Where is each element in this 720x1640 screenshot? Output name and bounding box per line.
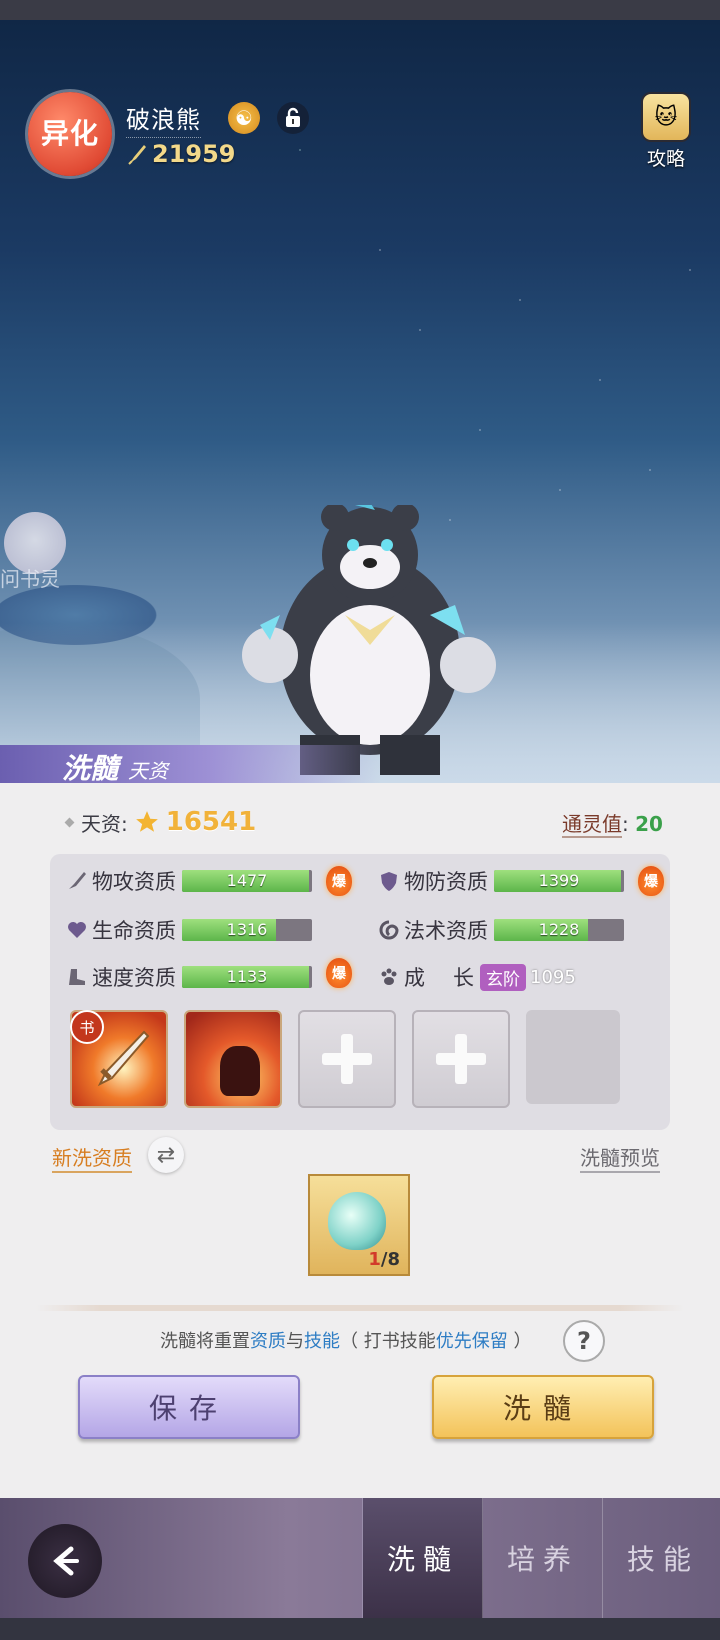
stat-speed: 速度资质 1133 bbox=[66, 962, 312, 992]
wash-preview-link[interactable]: 洗髓预览 bbox=[580, 1142, 660, 1173]
skill-slot-2[interactable] bbox=[184, 1010, 282, 1108]
status-bar bbox=[0, 0, 720, 20]
growth-label-2: 长 bbox=[453, 966, 474, 990]
section-ribbon: 洗髓 天资 bbox=[0, 745, 380, 785]
stat-growth: 成 长 玄阶 1095 bbox=[378, 962, 576, 992]
new-talent-link[interactable]: 新洗资质 bbox=[52, 1142, 132, 1173]
stat-bar: 1228 bbox=[494, 919, 624, 941]
divider bbox=[36, 1305, 684, 1311]
section-title: 洗髓 bbox=[62, 752, 119, 785]
system-nav-bar bbox=[0, 1618, 720, 1640]
stat-value: 1133 bbox=[226, 967, 268, 986]
stat-physical-attack: 物攻资质 1477 bbox=[66, 866, 312, 896]
spirit-number: 20 bbox=[635, 812, 663, 836]
combat-power-value: 21959 bbox=[152, 140, 236, 168]
help-icon[interactable]: ? bbox=[563, 1320, 605, 1362]
burst-icon: 爆 bbox=[326, 958, 352, 988]
stat-health: 生命资质 1316 bbox=[66, 915, 312, 945]
save-button[interactable]: 保存 bbox=[78, 1375, 300, 1439]
sword-icon bbox=[69, 872, 86, 889]
demon-cat-skill-icon bbox=[220, 1046, 260, 1096]
burst-icon: 爆 bbox=[638, 866, 664, 896]
stat-value: 1399 bbox=[538, 871, 580, 890]
stat-value: 1316 bbox=[226, 920, 268, 939]
guide-label: 攻略 bbox=[646, 148, 685, 170]
star-icon bbox=[135, 811, 158, 832]
unlock-icon[interactable] bbox=[277, 102, 309, 134]
talent-value: 16541 bbox=[165, 807, 257, 837]
plus-icon bbox=[436, 1034, 486, 1084]
helper-label[interactable]: 问书灵 bbox=[0, 563, 60, 592]
pet-name[interactable]: 破浪熊 bbox=[126, 100, 201, 138]
stat-bar: 1316 bbox=[182, 919, 312, 941]
talent-label: 天资: bbox=[81, 811, 128, 836]
sword-skill-icon bbox=[97, 1030, 150, 1087]
skill-slot-1[interactable]: 书 bbox=[70, 1010, 168, 1108]
diamond-icon bbox=[64, 817, 75, 827]
shield-icon bbox=[381, 872, 397, 891]
tab-train[interactable]: 培养 bbox=[482, 1498, 603, 1618]
stat-value: 1228 bbox=[538, 920, 580, 939]
wash-button[interactable]: 洗髓 bbox=[432, 1375, 654, 1439]
skill-slot-empty-1[interactable] bbox=[298, 1010, 396, 1108]
stat-label: 物防资质 bbox=[404, 870, 488, 894]
potion-icon bbox=[328, 1192, 386, 1250]
plus-icon bbox=[322, 1034, 372, 1084]
tab-skills[interactable]: 技能 bbox=[602, 1498, 720, 1618]
guide-button[interactable]: 🐱 攻略 bbox=[636, 92, 696, 170]
stat-label: 速度资质 bbox=[92, 966, 176, 990]
guide-book-icon: 🐱 bbox=[641, 92, 691, 142]
stat-physical-defense: 物防资质 1399 bbox=[378, 866, 624, 896]
stat-label: 法术资质 bbox=[404, 919, 488, 943]
yin-yang-icon[interactable]: ☯ bbox=[228, 102, 260, 134]
back-arrow-icon bbox=[53, 1546, 79, 1576]
stat-label: 生命资质 bbox=[92, 919, 176, 943]
boot-icon bbox=[69, 969, 85, 985]
back-button[interactable] bbox=[28, 1524, 102, 1598]
combat-power: 21959 bbox=[126, 140, 236, 168]
swirl-icon bbox=[379, 920, 399, 940]
tab-wash[interactable]: 洗髓 bbox=[362, 1498, 483, 1618]
stat-label: 物攻资质 bbox=[92, 870, 176, 894]
stat-magic: 法术资质 1228 bbox=[378, 915, 624, 945]
stat-bar: 1399 bbox=[494, 870, 624, 892]
growth-label-1: 成 bbox=[404, 966, 425, 990]
spirit-label[interactable]: 通灵值 bbox=[562, 812, 622, 838]
growth-value: 1095 bbox=[530, 966, 576, 988]
quill-icon bbox=[128, 145, 146, 165]
burst-icon: 爆 bbox=[326, 866, 352, 896]
stat-value: 1477 bbox=[226, 871, 268, 890]
skill-slot-locked bbox=[526, 1010, 620, 1104]
stat-bar: 1133 bbox=[182, 966, 312, 988]
wash-notice: 洗髓将重置资质与技能（ 打书技能优先保留 ） bbox=[160, 1331, 532, 1352]
bear-character bbox=[242, 505, 496, 775]
heart-icon bbox=[68, 922, 86, 938]
talent-total: 天资: 16541 bbox=[64, 807, 257, 837]
growth-tier-badge: 玄阶 bbox=[480, 963, 526, 991]
paw-icon bbox=[381, 968, 397, 985]
mutation-badge: 异化 bbox=[28, 92, 112, 176]
skill-slot-empty-2[interactable] bbox=[412, 1010, 510, 1108]
section-subtitle: 天资 bbox=[128, 759, 168, 783]
wash-item-slot[interactable]: 1/8 bbox=[308, 1174, 410, 1276]
spirit-value[interactable]: 通灵值: 20 bbox=[562, 808, 663, 838]
item-count: 1/8 bbox=[368, 1249, 400, 1270]
stat-bar: 1477 bbox=[182, 870, 312, 892]
spirit-separator: : bbox=[622, 812, 629, 836]
refresh-icon[interactable]: ⇄ bbox=[148, 1137, 184, 1173]
